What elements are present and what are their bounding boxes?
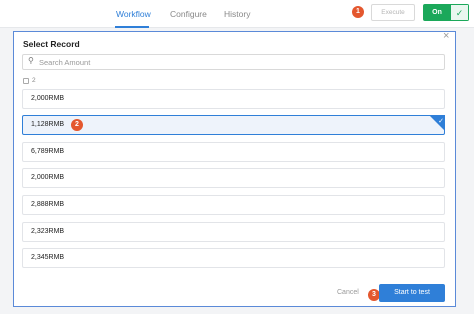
record-amount: 2,345RMB bbox=[31, 254, 65, 261]
step-marker-2: 2 bbox=[71, 119, 83, 131]
on-toggle-label: On bbox=[423, 4, 451, 21]
execute-button[interactable]: Execute bbox=[371, 4, 415, 21]
record-amount: 2,323RMB bbox=[31, 228, 65, 235]
record-amount: 2,888RMB bbox=[31, 201, 65, 208]
tab-workflow[interactable]: Workflow bbox=[116, 9, 151, 19]
tab-history[interactable]: History bbox=[224, 9, 250, 19]
top-bar: Workflow Configure History 1 Execute On … bbox=[0, 0, 474, 28]
cancel-button[interactable]: Cancel bbox=[337, 289, 359, 296]
record-item[interactable]: 6,789RMB bbox=[22, 142, 445, 162]
on-toggle[interactable]: On ✓ bbox=[423, 4, 469, 21]
record-amount: 6,789RMB bbox=[31, 148, 65, 155]
search-box: ⚲ bbox=[22, 54, 445, 70]
check-icon: ✓ bbox=[451, 4, 469, 21]
record-item[interactable]: 2,888RMB bbox=[22, 195, 445, 215]
step-marker-1: 1 bbox=[352, 6, 364, 18]
search-input[interactable] bbox=[39, 56, 439, 68]
list-icon bbox=[23, 77, 29, 84]
select-record-modal: × Select Record ⚲ 2 2,000RMB 1,128RMB 2 … bbox=[13, 30, 456, 307]
record-amount: 2,000RMB bbox=[31, 174, 65, 181]
selected-check-icon: ✓ bbox=[438, 118, 444, 125]
record-item[interactable]: 2,345RMB bbox=[22, 248, 445, 268]
record-count-value: 2 bbox=[32, 77, 36, 84]
tab-configure[interactable]: Configure bbox=[170, 9, 207, 19]
start-to-test-button[interactable]: Start to test bbox=[379, 284, 445, 302]
active-tab-indicator bbox=[115, 26, 149, 28]
modal-title: Select Record bbox=[23, 39, 80, 49]
record-item-selected[interactable]: 1,128RMB 2 ✓ bbox=[22, 115, 445, 135]
record-item[interactable]: 2,000RMB bbox=[22, 168, 445, 188]
record-amount: 1,128RMB bbox=[31, 121, 65, 128]
record-amount: 2,000RMB bbox=[31, 95, 65, 102]
record-item[interactable]: 2,323RMB bbox=[22, 222, 445, 242]
search-icon: ⚲ bbox=[28, 56, 34, 65]
close-icon[interactable]: × bbox=[443, 30, 449, 42]
record-item[interactable]: 2,000RMB bbox=[22, 89, 445, 109]
record-count: 2 bbox=[23, 77, 36, 84]
